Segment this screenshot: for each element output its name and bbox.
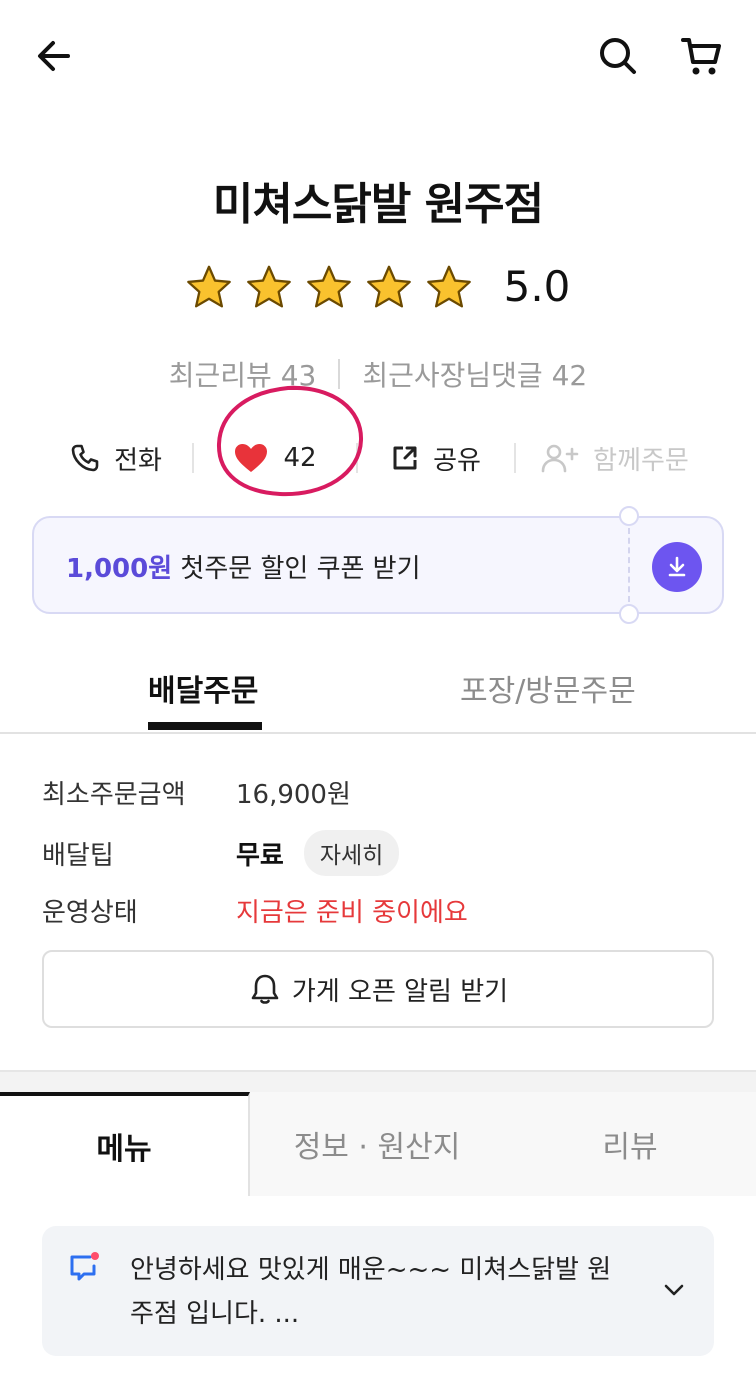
share-button[interactable]: 공유 (358, 428, 514, 488)
coupon-amount: 1,000원 (66, 554, 173, 584)
tab-info-origin[interactable]: 정보 · 원산지 (250, 1092, 504, 1196)
group-order-label: 함께주문 (593, 445, 689, 476)
call-button[interactable]: 전화 (40, 428, 192, 488)
coupon-banner[interactable]: 1,000원 첫주문 할인 쿠폰 받기 (32, 506, 724, 624)
tab-menu[interactable]: 메뉴 (0, 1092, 250, 1196)
main-tabs: 메뉴 정보 · 원산지 리뷰 (0, 1092, 756, 1196)
notice-text: 안녕하세요 맛있게 매운~~~ 미쳐스닭발 원주점 입니다. ... (130, 1255, 612, 1329)
coupon-download-button[interactable] (652, 542, 702, 592)
store-name: 미쳐스닭발 원주점 (212, 179, 544, 230)
phone-icon (71, 444, 99, 472)
min-order-value: 16,900원 (236, 780, 351, 810)
coupon-description: 첫주문 할인 쿠폰 받기 (172, 554, 421, 584)
download-icon (668, 556, 686, 577)
delivery-tip-value: 무료 (236, 840, 284, 871)
min-order-label: 최소주문금액 (42, 780, 186, 810)
rating-value: 5.0 (503, 262, 571, 311)
section-divider (0, 1070, 756, 1092)
bell-icon (251, 974, 279, 1004)
chevron-down-icon[interactable] (662, 1278, 686, 1302)
star-icon (186, 265, 231, 307)
top-bar (0, 0, 756, 110)
coupon-notch (619, 506, 639, 526)
coupon-notch (619, 604, 639, 624)
min-order-row: 최소주문금액 16,900원 (42, 774, 351, 811)
order-type-tabs: 배달주문 포장/방문주문 (0, 650, 756, 734)
group-order-button[interactable]: 함께주문 (516, 428, 714, 488)
search-button[interactable] (590, 28, 646, 84)
coupon-text: 1,000원 첫주문 할인 쿠폰 받기 (66, 548, 421, 585)
status-row: 운영상태 지금은 준비 중이에요 (42, 892, 468, 929)
coupon-divider (628, 528, 630, 602)
search-icon (600, 38, 636, 74)
share-label: 공유 (433, 445, 481, 476)
owner-notice[interactable]: 안녕하세요 맛있게 매운~~~ 미쳐스닭발 원주점 입니다. ... (42, 1226, 714, 1356)
rating-row: 5.0 (0, 262, 756, 311)
cart-button[interactable] (674, 28, 730, 84)
back-button[interactable] (26, 28, 82, 84)
alarm-label: 가게 오픈 알림 받기 (291, 976, 509, 1007)
tab-delivery[interactable]: 배달주문 (148, 666, 258, 710)
status-label: 운영상태 (42, 898, 138, 928)
tab-reviews[interactable]: 리뷰 (504, 1092, 756, 1196)
owner-replies-link[interactable]: 최근사장님댓글 42 (362, 354, 587, 394)
add-person-icon (541, 444, 579, 473)
tab-pickup[interactable]: 포장/방문주문 (460, 666, 636, 710)
share-icon (393, 446, 417, 470)
call-label: 전화 (114, 445, 162, 476)
delivery-tip-label: 배달팁 (42, 840, 114, 871)
star-icon (426, 265, 471, 307)
star-icon (246, 265, 291, 307)
annotation-circle (216, 385, 364, 497)
store-open-alert-button[interactable]: 가게 오픈 알림 받기 (42, 950, 714, 1028)
status-value: 지금은 준비 중이에요 (236, 898, 468, 928)
arrow-left-icon (38, 41, 70, 71)
cart-icon (681, 38, 721, 75)
review-counts: 최근리뷰 43 최근사장님댓글 42 (0, 354, 756, 394)
delivery-tip-row: 배달팁 무료 자세히 (42, 830, 400, 876)
action-row: 전화 42 공유 함께주문 (40, 428, 716, 488)
active-tab-indicator (148, 722, 262, 730)
delivery-tip-detail-button[interactable]: 자세히 (303, 830, 400, 876)
star-icon (306, 265, 351, 307)
notice-chat-icon (70, 1252, 99, 1281)
star-icon (366, 265, 411, 307)
